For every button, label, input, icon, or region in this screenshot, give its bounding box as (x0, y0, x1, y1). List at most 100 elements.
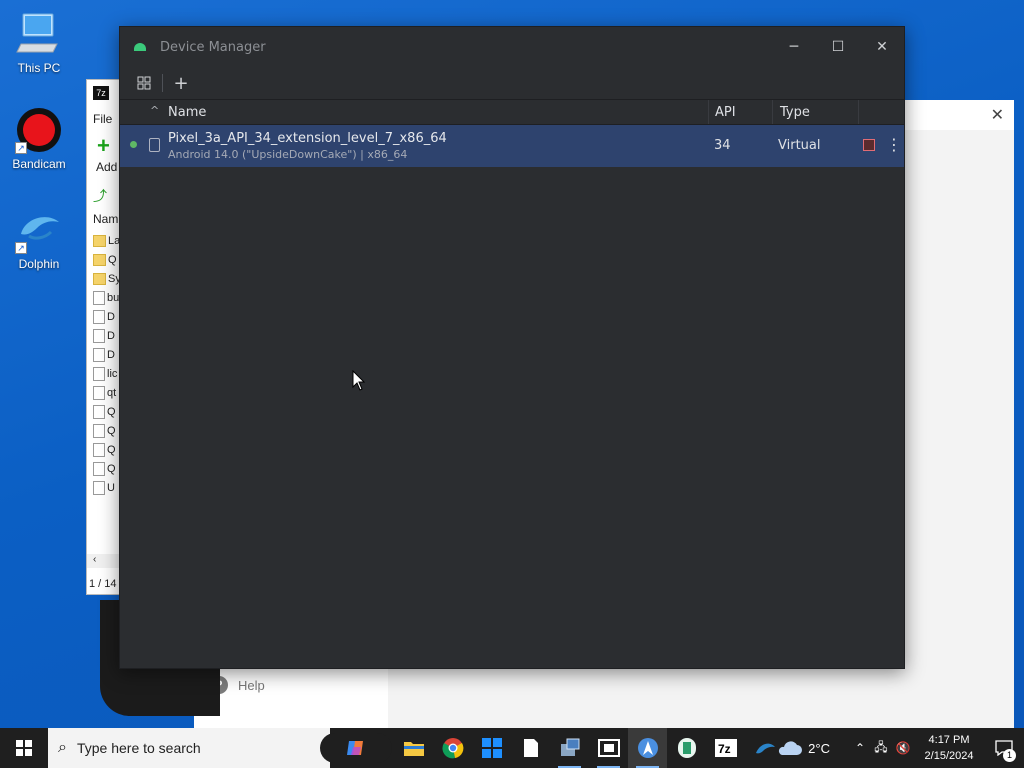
column-divider[interactable] (772, 100, 773, 124)
device-row[interactable]: Pixel_3a_API_34_extension_level_7_x86_64… (120, 125, 904, 167)
file-icon (93, 310, 105, 325)
close-icon[interactable]: ✕ (991, 105, 1004, 125)
search-placeholder: Type here to search (76, 740, 201, 756)
copilot-icon (347, 741, 363, 755)
android-studio-icon (637, 738, 658, 758)
help-label: Help (238, 677, 265, 693)
film-icon (597, 739, 620, 757)
notepad-icon (523, 739, 538, 757)
folder-icon (93, 235, 106, 248)
plus-icon: + (173, 72, 189, 94)
column-divider[interactable] (708, 100, 709, 124)
network-icon[interactable]: 🖧 (870, 738, 892, 759)
file-icon (93, 405, 105, 420)
maximize-button[interactable]: ☐ (816, 35, 860, 59)
device-manager-toolbar: + (120, 67, 904, 99)
svg-text:7z: 7z (718, 742, 731, 756)
column-header-type[interactable]: Type (780, 105, 810, 120)
device-manager-window: Device Manager ─ ☐ ✕ + ^ Name API Type P… (119, 26, 905, 669)
mouse-cursor-icon (352, 370, 366, 391)
column-divider[interactable] (858, 100, 859, 124)
clock-time: 4:17 PM (928, 734, 970, 746)
taskbar: ⌕ Type here to search 7z 2°C ⌃ 🖧 🔇 4:17 … (0, 728, 1024, 768)
desktop-icon-label: Dolphin (18, 257, 60, 271)
desktop-icon-dolphin[interactable]: ↗ Dolphin (2, 206, 76, 271)
shortcut-arrow-icon: ↗ (15, 142, 27, 154)
android-icon (134, 43, 146, 51)
desktop-icon-label: This PC (17, 61, 61, 75)
sort-chevron-up-icon[interactable]: ^ (150, 104, 159, 117)
folder-icon (93, 254, 106, 267)
dolphin-icon (755, 743, 775, 754)
system-tray: 2°C ⌃ 🖧 🔇 4:17 PM 2/15/2024 1 (776, 728, 1024, 768)
file-icon (93, 329, 105, 344)
weather-widget[interactable]: 2°C (776, 739, 830, 757)
taskbar-chrome[interactable] (433, 728, 472, 768)
taskbar-7zip[interactable]: 7z (706, 728, 745, 768)
device-running-status-icon (130, 141, 137, 148)
control-panel-icon (560, 738, 579, 756)
close-button[interactable]: ✕ (860, 35, 904, 59)
background-dialog-titlebar: ✕ (904, 100, 1014, 130)
menu-file[interactable]: File (93, 112, 112, 126)
more-actions-icon[interactable]: ⋮ (886, 135, 902, 154)
toolbar-separator (162, 74, 163, 92)
copilot-button[interactable] (320, 733, 392, 763)
device-subtitle: Android 14.0 ("UpsideDownCake") | x86_64 (168, 148, 408, 161)
taskbar-app[interactable] (667, 728, 706, 768)
device-type: Virtual (778, 138, 821, 153)
device-manager-titlebar[interactable]: Device Manager ─ ☐ ✕ (120, 27, 904, 67)
column-name[interactable]: Nam (93, 212, 118, 226)
windows-store-icon (481, 738, 502, 758)
start-button[interactable] (0, 728, 48, 768)
up-folder-icon[interactable]: ⤴ (93, 186, 107, 206)
column-header-name[interactable]: Name (168, 105, 206, 120)
file-icon (93, 348, 105, 363)
device-name: Pixel_3a_API_34_extension_level_7_x86_64 (168, 131, 447, 146)
clock-date: 2/15/2024 (924, 750, 974, 762)
file-icon (93, 424, 105, 439)
taskbar-android-studio[interactable] (628, 728, 667, 768)
file-icon (93, 481, 105, 496)
clock[interactable]: 4:17 PM 2/15/2024 (914, 732, 984, 764)
taskbar-video-app[interactable] (589, 728, 628, 768)
window-title: Device Manager (160, 39, 266, 55)
search-icon: ⌕ (58, 739, 67, 756)
desktop-icon-this-pc[interactable]: This PC (2, 10, 76, 75)
weather-temperature: 2°C (808, 740, 830, 756)
device-api: 34 (714, 138, 731, 153)
file-icon (93, 462, 105, 477)
stop-device-button[interactable] (863, 139, 875, 151)
add-icon: + (97, 133, 110, 158)
bandicam-icon: ↗ (15, 106, 63, 154)
add-button[interactable]: Add (96, 160, 117, 174)
dolphin-icon: ↗ (15, 206, 63, 254)
device-grid-button[interactable] (132, 71, 156, 95)
grid-icon (137, 76, 151, 90)
file-icon (93, 291, 105, 306)
status-text: 1 / 14 (89, 578, 117, 590)
desktop-icon-bandicam[interactable]: ↗ Bandicam (2, 106, 76, 171)
taskbar-notepad[interactable] (511, 728, 550, 768)
minimize-button[interactable]: ─ (772, 35, 816, 59)
7zip-icon: 7z (714, 739, 737, 757)
taskbar-search-box[interactable]: ⌕ Type here to search (48, 728, 392, 768)
volume-muted-icon[interactable]: 🔇 (892, 741, 914, 755)
cloud-icon (779, 741, 803, 755)
chrome-icon (441, 738, 463, 759)
desktop-icon-label: Bandicam (12, 157, 66, 171)
file-icon (93, 367, 105, 382)
taskbar-windows-app[interactable] (472, 728, 511, 768)
column-header-api[interactable]: API (715, 105, 736, 120)
file-icon (93, 443, 105, 458)
add-device-button[interactable]: + (169, 71, 193, 95)
taskbar-control-panel[interactable] (550, 728, 589, 768)
app-icon (677, 738, 696, 758)
computer-icon (15, 10, 63, 58)
show-hidden-icons-chevron-up-icon[interactable]: ⌃ (850, 741, 870, 755)
phone-device-icon (149, 138, 160, 152)
notification-center-button[interactable]: 1 (984, 728, 1024, 768)
taskbar-file-explorer[interactable] (394, 728, 433, 768)
file-icon (93, 386, 105, 401)
device-table-header: ^ Name API Type (120, 99, 904, 125)
